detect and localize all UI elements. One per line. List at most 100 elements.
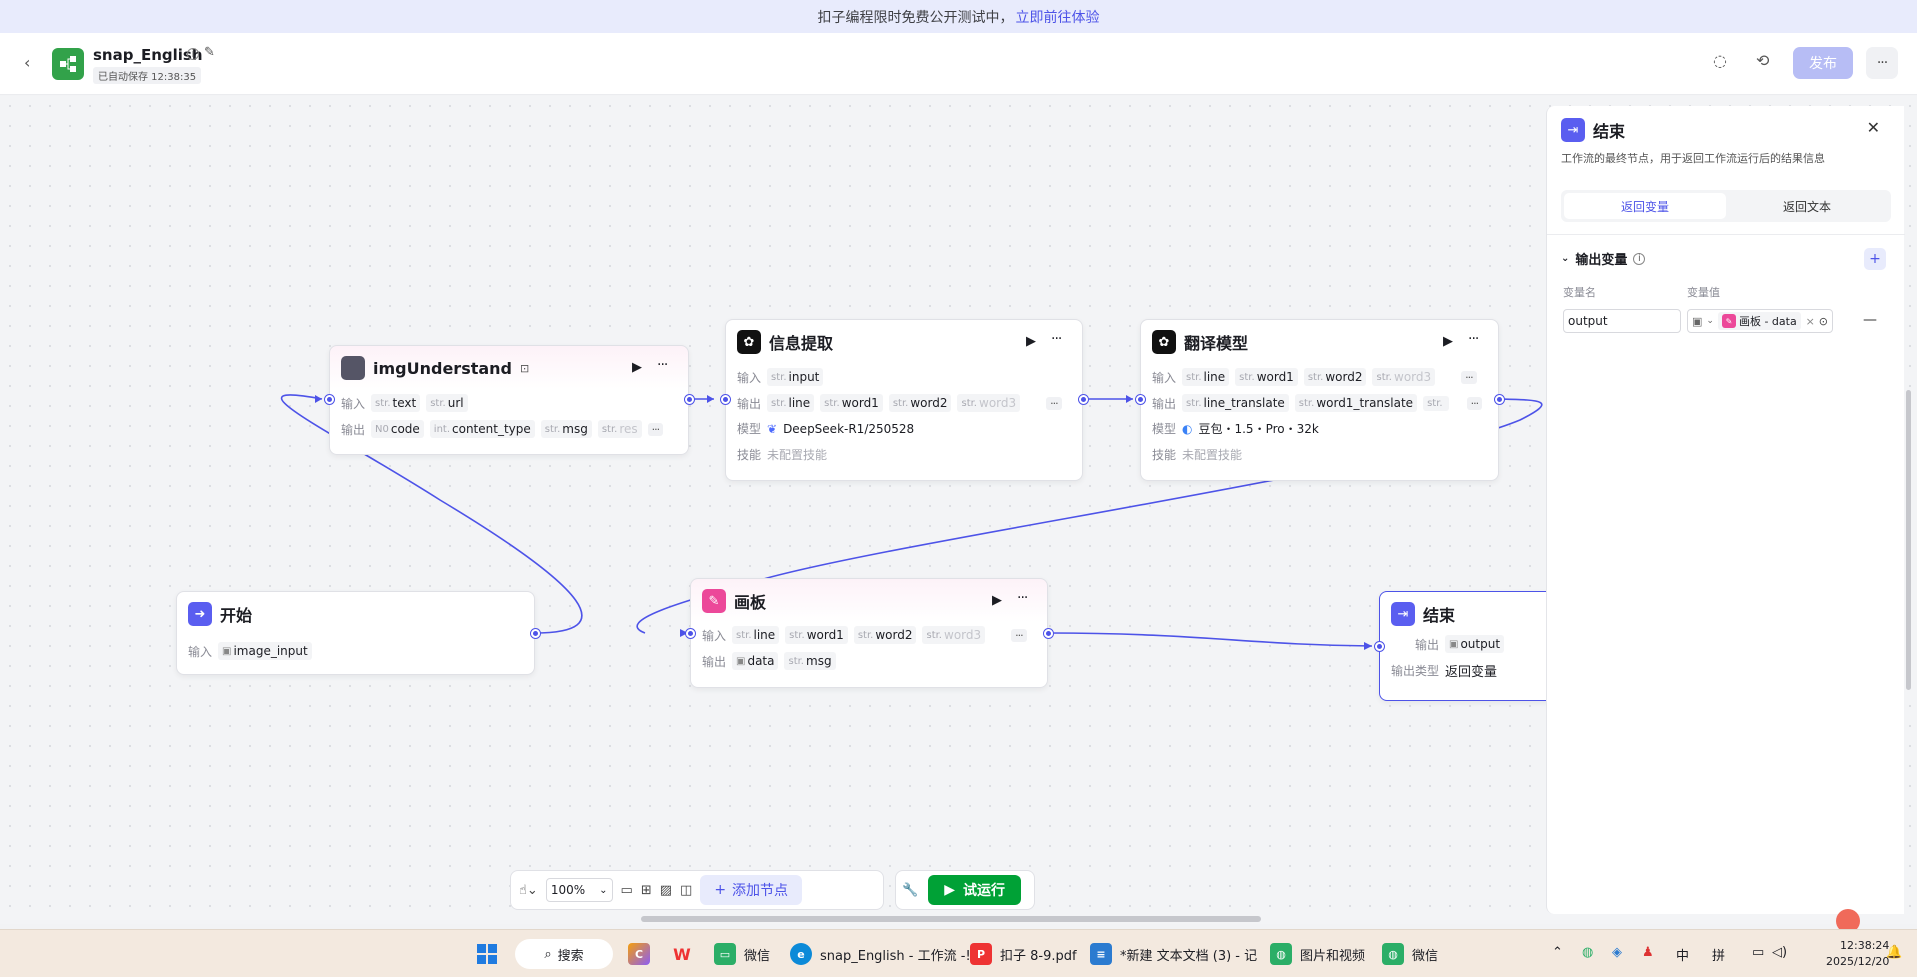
copilot-icon[interactable]: C: [628, 938, 650, 970]
ime-mode[interactable]: 中: [1676, 945, 1689, 964]
param-tag: ▣ output: [1445, 635, 1505, 653]
comment-icon[interactable]: ▭: [621, 883, 633, 898]
volume-icon[interactable]: ◁): [1772, 945, 1787, 960]
param-tag: str.: [1423, 395, 1449, 411]
node-translate-model[interactable]: ✿ 翻译模型 ▶ ··· 输入 str. line str. word1 str. w…: [1140, 319, 1499, 481]
input-port[interactable]: [1136, 395, 1145, 404]
layout-icon[interactable]: ⊞: [641, 883, 652, 898]
close-icon[interactable]: ✕: [1867, 118, 1880, 137]
taskbar-app-pdf[interactable]: P 扣子 8-9.pdf: [970, 938, 1077, 970]
node-title: 信息提取: [769, 334, 834, 353]
variable-value-select[interactable]: ▣ ⌄ ✎ 画板 - data × ⊙: [1687, 309, 1833, 333]
node-start[interactable]: ➜ 开始 输入 ▣ image_input: [176, 591, 535, 675]
taskbar-search[interactable]: ⌕ 搜索: [515, 939, 613, 969]
canvas-toolbar: ☝⌄ 100% ⌄ ▭ ⊞ ▨ ◫ + 添加节点: [510, 870, 884, 910]
publish-button[interactable]: 发布: [1793, 47, 1853, 79]
input-port[interactable]: [1375, 642, 1384, 651]
user-tray-icon[interactable]: ♟: [1642, 945, 1654, 960]
refresh-icon[interactable]: ◌: [1713, 51, 1727, 70]
expand-params-button[interactable]: ···: [1461, 370, 1477, 384]
node-more-icon[interactable]: ···: [1017, 590, 1028, 606]
model-name: DeepSeek-R1/250528: [783, 421, 915, 436]
tab-return-variable[interactable]: 返回变量: [1564, 193, 1726, 219]
expand-params-button[interactable]: ···: [1466, 396, 1483, 410]
output-variables-section[interactable]: ⌄ 输出变量 i: [1561, 249, 1646, 268]
chevron-down-icon[interactable]: ⌄: [1706, 316, 1714, 326]
node-canvas-board[interactable]: ✎ 画板 ▶ ··· 输入 str. line str. word1 str. wor…: [690, 578, 1048, 688]
edit-icon[interactable]: ✎: [204, 45, 215, 60]
wrench-icon[interactable]: 🔧: [902, 883, 918, 898]
back-icon[interactable]: ‹: [24, 53, 30, 72]
start-menu-icon[interactable]: [476, 938, 498, 970]
trial-run-button[interactable]: ▶ 试运行: [928, 875, 1021, 905]
info-icon[interactable]: i: [187, 48, 199, 60]
output-port[interactable]: [685, 395, 694, 404]
run-node-icon[interactable]: ▶: [632, 360, 642, 375]
node-more-icon[interactable]: ···: [1051, 331, 1062, 347]
app-header: ‹ snap_English i ✎ 已自动保存 12:38:35 ◌ ⟲ 发布…: [0, 33, 1917, 95]
banner-link[interactable]: 立即前往体验: [1016, 7, 1100, 27]
system-clock[interactable]: 12:38:24 2025/12/20: [1826, 938, 1889, 970]
taskbar-app-edge[interactable]: e snap_English - 工作流 -!: [790, 938, 971, 970]
ime-pinyin[interactable]: 拼: [1712, 945, 1725, 964]
add-variable-button[interactable]: +: [1864, 248, 1886, 270]
workflow-logo: [52, 48, 84, 80]
output-port[interactable]: [1044, 629, 1053, 638]
notification-bell-icon[interactable]: 🔔: [1886, 945, 1902, 960]
node-more-icon[interactable]: ···: [657, 357, 668, 373]
input-port[interactable]: [686, 629, 695, 638]
zoom-select[interactable]: 100% ⌄: [545, 878, 613, 902]
node-title: 开始: [220, 606, 253, 625]
image-type-icon: ▣: [1692, 314, 1703, 328]
taskbar-app-wechat-work[interactable]: ▭ 微信: [714, 938, 770, 970]
param-tag: str. word1: [1235, 368, 1298, 386]
add-node-button[interactable]: + 添加节点: [700, 875, 803, 905]
panel-scrollbar[interactable]: [1906, 390, 1911, 690]
taskbar-app-photos[interactable]: ◍ 图片和视频: [1270, 938, 1365, 970]
input-port[interactable]: [325, 395, 334, 404]
node-img-understand[interactable]: imgUnderstand ⊡ ▶ ··· 输入 str. text str. ur…: [329, 345, 689, 455]
minimap-icon[interactable]: ◫: [680, 883, 692, 898]
run-node-icon[interactable]: ▶: [1443, 334, 1453, 349]
app-tray-icon[interactable]: ◈: [1612, 945, 1622, 960]
image-type-icon: ▣: [1449, 638, 1459, 650]
param-tag: str. word3: [957, 394, 1021, 412]
clear-icon[interactable]: ×: [1806, 315, 1815, 328]
node-info-extract[interactable]: ✿ 信息提取 ▶ ··· 输入 str. input 输出 str. line st…: [725, 319, 1083, 481]
tab-return-text[interactable]: 返回文本: [1726, 193, 1888, 219]
input-label: 输入: [188, 644, 213, 659]
chevron-up-icon[interactable]: ⌃: [1552, 945, 1563, 960]
param-tag: ▣ data: [732, 652, 779, 670]
run-node-icon[interactable]: ▶: [992, 593, 1002, 608]
node-more-icon[interactable]: ···: [1468, 331, 1479, 347]
run-node-icon[interactable]: ▶: [1026, 334, 1036, 349]
llm-icon: ✿: [737, 330, 761, 354]
variable-name-input[interactable]: output: [1563, 309, 1681, 333]
chevron-down-icon[interactable]: ⌄: [1561, 253, 1569, 264]
taskbar-app-notepad[interactable]: ≡ *新建 文本文档 (3) - 记: [1090, 938, 1257, 970]
image-type-icon: ▣: [222, 645, 232, 657]
history-icon[interactable]: ⟲: [1756, 51, 1769, 70]
input-port[interactable]: [721, 395, 730, 404]
param-tag: str. word1_translate: [1294, 394, 1418, 412]
remove-variable-icon[interactable]: —: [1863, 312, 1877, 328]
panel-title: 结束: [1593, 122, 1626, 141]
info-icon[interactable]: i: [1633, 252, 1646, 265]
clock-time: 12:38:24: [1840, 939, 1890, 952]
output-type-label: 输出类型: [1391, 664, 1440, 678]
output-port[interactable]: [1079, 395, 1088, 404]
more-menu-button[interactable]: ···: [1866, 47, 1898, 79]
image-icon[interactable]: ▨: [660, 883, 672, 898]
expand-params-button[interactable]: ···: [1011, 628, 1027, 642]
settings-icon[interactable]: ⊙: [1819, 315, 1828, 328]
output-port[interactable]: [1495, 395, 1504, 404]
canvas-horizontal-scrollbar[interactable]: [641, 916, 1261, 922]
expand-params-button[interactable]: ···: [647, 422, 664, 436]
taskbar-app-wechat[interactable]: ◍ 微信: [1382, 938, 1438, 970]
pointer-mode-icon[interactable]: ☝⌄: [519, 883, 538, 898]
wps-icon[interactable]: W: [671, 938, 693, 970]
expand-params-button[interactable]: ···: [1046, 396, 1062, 410]
wechat-tray-icon[interactable]: ◍: [1582, 945, 1593, 960]
network-icon[interactable]: ▭: [1752, 945, 1764, 960]
output-port[interactable]: [531, 629, 540, 638]
